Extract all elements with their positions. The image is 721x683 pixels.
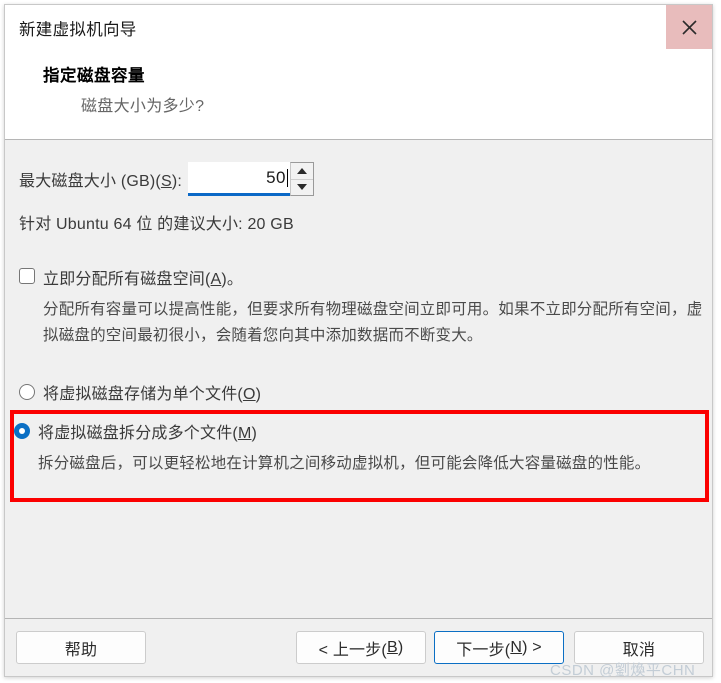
max-disk-size-row: 最大磁盘大小 (GB)(S): 50 [19, 161, 315, 197]
close-icon [681, 19, 698, 36]
split-files-row[interactable]: 将虚拟磁盘拆分成多个文件(M) [14, 419, 700, 443]
max-disk-size-label-text: 最大磁盘大小 (GB)( [19, 173, 161, 190]
store-single-file-radio[interactable] [19, 384, 35, 400]
max-disk-size-label-tail: ): [171, 173, 183, 190]
store-single-file-label-text: 将虚拟磁盘存储为单个文件( [43, 386, 243, 403]
new-vm-wizard-window: 新建虚拟机向导 指定磁盘容量 磁盘大小为多少? 最大磁盘大小 (GB)(S): … [4, 4, 713, 677]
allocate-all-checkbox[interactable] [19, 268, 35, 284]
back-button-text: < 上一步( [318, 641, 387, 659]
text-caret [287, 168, 289, 187]
store-single-file-label-tail: ) [255, 386, 262, 403]
cancel-button[interactable]: 取消 [574, 631, 704, 664]
allocate-all-description: 分配所有容量可以提高性能，但要求所有物理磁盘空间立即可用。如果不立即分配所有空间… [43, 301, 703, 344]
split-files-description: 拆分磁盘后，可以更轻松地在计算机之间移动虚拟机，但可能会降低大容量磁盘的性能。 [38, 455, 651, 472]
split-files-label: 将虚拟磁盘拆分成多个文件(M) [38, 419, 257, 443]
spinner-increment-button[interactable] [291, 163, 314, 180]
help-button[interactable]: 帮助 [16, 631, 146, 664]
max-disk-size-value: 50 [266, 167, 287, 187]
triangle-down-icon [297, 184, 308, 191]
page-title: 指定磁盘容量 [43, 67, 145, 85]
split-files-label-tail: ) [251, 425, 257, 442]
allocate-all-label-tail: )。 [221, 271, 244, 288]
back-button-accel-key: B [386, 638, 398, 656]
page-subtitle: 磁盘大小为多少? [81, 98, 205, 115]
spinner-decrement-button[interactable] [291, 180, 313, 196]
allocate-all-group: 立即分配所有磁盘空间(A)。 分配所有容量可以提高性能，但要求所有物理磁盘空间立… [19, 265, 705, 349]
wizard-footer: 帮助 < 上一步(B) 下一步(N) > 取消 [5, 619, 712, 676]
recommended-size-hint: 针对 Ubuntu 64 位 的建议大小: 20 GB [19, 216, 294, 233]
allocate-all-checkbox-row[interactable]: 立即分配所有磁盘空间(A)。 [19, 265, 705, 289]
back-button[interactable]: < 上一步(B) [296, 631, 426, 664]
next-button[interactable]: 下一步(N) > [434, 631, 564, 664]
back-button-text-tail: ) [397, 638, 404, 656]
triangle-up-icon [297, 167, 308, 174]
store-single-file-row[interactable]: 将虚拟磁盘存储为单个文件(O) [19, 380, 261, 404]
window-titlebar: 新建虚拟机向导 [5, 5, 712, 49]
split-files-group: 将虚拟磁盘拆分成多个文件(M) 拆分磁盘后，可以更轻松地在计算机之间移动虚拟机，… [14, 419, 700, 477]
split-files-accel-key: M [237, 425, 252, 442]
allocate-all-label-text: 立即分配所有磁盘空间( [43, 271, 211, 288]
next-button-text-tail: ) > [522, 638, 542, 656]
max-disk-size-input[interactable]: 50 [188, 162, 291, 196]
store-single-file-label: 将虚拟磁盘存储为单个文件(O) [43, 380, 261, 404]
split-files-label-text: 将虚拟磁盘拆分成多个文件( [38, 425, 238, 442]
next-button-accel-key: N [510, 638, 523, 656]
wizard-header: 指定磁盘容量 磁盘大小为多少? [5, 49, 712, 140]
max-disk-size-spinner[interactable]: 50 [188, 162, 315, 196]
close-button[interactable] [666, 5, 712, 49]
max-disk-size-accel-key: S [160, 173, 172, 190]
max-disk-size-label: 最大磁盘大小 (GB)(S): [19, 167, 182, 191]
spinner-buttons [290, 162, 315, 196]
allocate-all-accel-key: A [210, 271, 222, 288]
split-files-radio[interactable] [14, 423, 30, 439]
wizard-body: 最大磁盘大小 (GB)(S): 50 针对 Ubuntu 64 位 的建议大小:… [5, 140, 712, 619]
window-title: 新建虚拟机向导 [19, 21, 137, 39]
allocate-all-label: 立即分配所有磁盘空间(A)。 [43, 265, 243, 289]
next-button-text: 下一步( [456, 641, 511, 659]
store-single-file-accel-key: O [242, 386, 256, 403]
